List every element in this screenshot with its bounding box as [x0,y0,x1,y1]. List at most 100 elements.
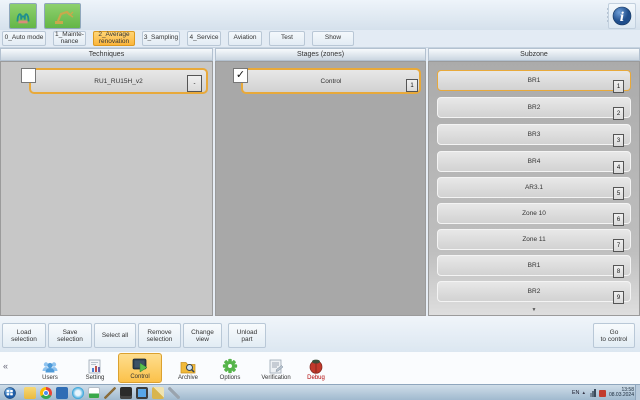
toolbar-control-button[interactable]: Control [118,353,162,383]
taskbar-clock[interactable]: 13:58 08.03.2024 [609,388,634,399]
blue-app-icon[interactable] [56,387,68,399]
remove-selection-button[interactable]: Remove selection [138,323,181,348]
toolbar-users-button[interactable]: Users [28,353,72,383]
subzone-item-button[interactable]: BR1 [437,255,631,276]
scroll-down-arrow-icon[interactable]: ▼ [429,307,639,313]
tab-sampling[interactable]: 3_Sampling [142,31,180,46]
manipulator-icon [12,6,34,26]
setting-icon [87,356,103,374]
hidden-icons-arrow[interactable]: ▴ [582,390,585,396]
technique-item-badge: - [187,75,202,92]
control-icon [132,355,149,373]
system-tray: EN ▴ 13:58 08.03.2024 [572,385,634,400]
toolbar-verification-label: Verification [261,375,290,381]
manipulator-button[interactable] [9,3,37,29]
tab-show[interactable]: Show [312,31,354,46]
title-bar: i [0,0,640,31]
stages-column: Stages (zones) Control ✓ 1 [215,48,426,316]
stage-checkbox[interactable]: ✓ [233,68,248,83]
info-button[interactable]: i [608,3,636,29]
robot-arm-icon [49,6,77,26]
explorer-folder-icon[interactable] [24,387,36,399]
show-desktop-button[interactable] [635,385,640,400]
tab-service[interactable]: 4_Service [187,31,221,46]
network-icon[interactable] [588,389,596,397]
subzone-item-badge: 3 [613,134,624,147]
tab-auto-mode[interactable]: 0_Auto mode [2,31,46,46]
subzone-item-button[interactable]: AR3.1 [437,177,631,198]
toolbar-options-button[interactable]: Options [208,353,252,383]
probe-tool-icon[interactable] [104,387,116,399]
go-to-control-button[interactable]: Go to control [593,323,635,348]
yellow-tool-icon[interactable] [152,387,164,399]
technique-item-button[interactable]: RU1_RU15H_v2 [29,68,208,94]
toolbar-control-label: Control [130,374,149,380]
chrome-icon[interactable] [40,387,52,399]
toolbar-archive-button[interactable]: Archive [166,353,210,383]
image-viewer-icon[interactable] [136,387,148,399]
stage-item-badge: 1 [406,79,418,92]
tab-maintenance[interactable]: 1_Mainte- nance [53,31,86,46]
toolbar-verification-button[interactable]: Verification [254,353,298,383]
subzone-item-button[interactable]: Zone 11 [437,229,631,250]
options-gear-icon [222,356,238,374]
windows-taskbar: EN ▴ 13:58 08.03.2024 [0,384,640,400]
subzone-column: Subzone BR1 1 BR2 2 BR3 3 BR4 4 AR3.1 5 … [428,48,640,316]
subzone-item-button[interactable]: BR2 [437,281,631,302]
mode-tab-bar: 0_Auto mode 1_Mainte- nance 2_Average re… [0,30,640,48]
toolbar-archive-label: Archive [178,375,198,381]
robot-arm-button[interactable] [44,3,81,29]
subzone-item-badge: 2 [613,107,624,120]
technique-checkbox[interactable] [21,68,36,83]
debug-bug-icon [308,356,324,374]
wrench-tool-icon[interactable] [168,387,180,399]
collapse-toolbar-button[interactable]: « [3,361,8,371]
tray-alert-icon[interactable] [599,390,606,397]
techniques-column: Techniques RU1_RU15H_v2 - [0,48,213,316]
unload-part-button[interactable]: Unload part [228,323,266,348]
users-icon [41,356,59,374]
toolbar-options-label: Options [220,375,241,381]
console-app-icon[interactable] [120,387,132,399]
action-bar: Load selection Save selection Select all… [0,316,640,353]
tab-average-renovation[interactable]: 2_Average renovation [93,31,135,46]
techniques-panel: RU1_RU15H_v2 - [0,61,213,316]
toolbar-debug-button[interactable]: Debug [298,353,334,383]
language-indicator[interactable]: EN [572,390,580,396]
verification-icon [268,356,284,374]
save-selection-button[interactable]: Save selection [48,323,92,348]
toolbar-debug-label: Debug [307,375,325,381]
archive-icon [180,356,196,374]
start-orb-icon[interactable] [4,387,16,399]
info-icon: i [612,6,632,26]
subzone-item-button[interactable]: BR4 [437,151,631,172]
stages-panel: Control ✓ 1 [215,61,426,316]
subzone-item-button[interactable]: BR1 [437,70,631,91]
load-selection-button[interactable]: Load selection [2,323,46,348]
subzone-item-button[interactable]: BR3 [437,124,631,145]
app-toolbar: « Users Setting [0,352,640,385]
toolbar-users-label: Users [42,375,58,381]
select-all-button[interactable]: Select all [94,323,136,348]
swirl-app-icon[interactable] [72,387,84,399]
stage-item-button[interactable]: Control [241,68,421,94]
svg-text:i: i [620,10,625,24]
change-view-button[interactable]: Change view [183,323,222,348]
subzone-item-badge: 5 [613,187,624,200]
toolbar-setting-label: Setting [86,375,105,381]
document-app-icon[interactable] [88,387,100,399]
subzone-item-badge: 4 [613,161,624,174]
subzone-item-badge: 8 [613,265,624,278]
subzone-item-button[interactable]: Zone 10 [437,203,631,224]
subzone-panel: BR1 1 BR2 2 BR3 3 BR4 4 AR3.1 5 Zone 10 … [428,61,640,316]
subzone-item-button[interactable]: BR2 [437,97,631,118]
clock-date: 08.03.2024 [609,393,634,399]
tab-aviation[interactable]: Aviation [228,31,262,46]
subzone-item-badge: 7 [613,239,624,252]
toolbar-setting-button[interactable]: Setting [73,353,117,383]
taskbar-pinned-icons [24,387,180,399]
tab-test[interactable]: Test [269,31,305,46]
stages-header: Stages (zones) [215,48,426,61]
subzone-header: Subzone [428,48,640,61]
subzone-item-badge: 1 [613,80,624,93]
